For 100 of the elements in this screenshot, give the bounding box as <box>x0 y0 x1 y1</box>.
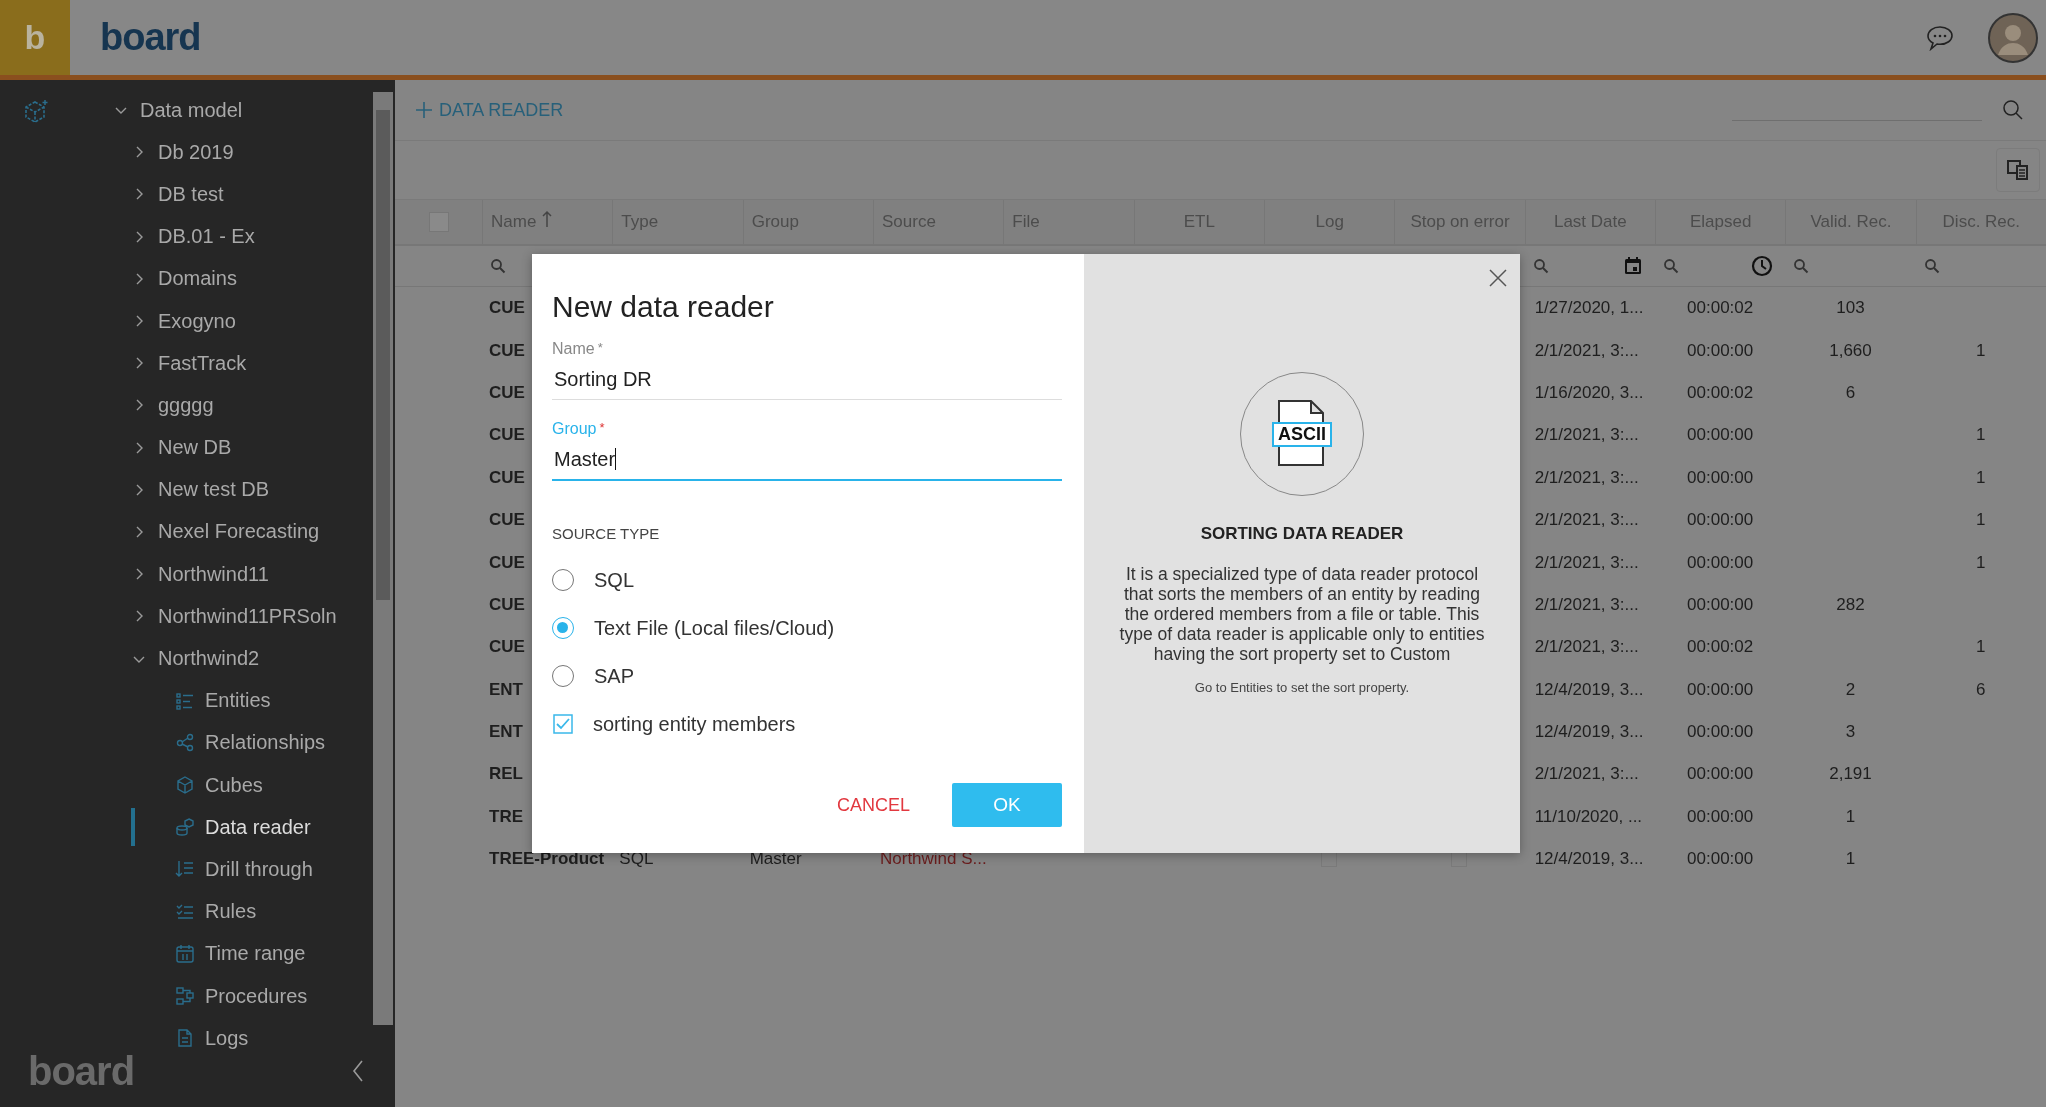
table-cell: 1 <box>1976 552 1986 573</box>
tree-item[interactable]: Domains <box>70 257 373 300</box>
search-icon[interactable] <box>1663 258 1679 274</box>
layout-toggle-button[interactable] <box>1996 148 2040 192</box>
table-cell: 6 <box>1976 679 1986 700</box>
table-cell: 2/1/2021, 3:... <box>1534 467 1639 488</box>
flowchart-icon <box>175 986 195 1007</box>
table-cell: 00:00:00 <box>1687 849 1754 870</box>
nav-item[interactable]: Data reader <box>70 806 373 849</box>
table-cell: 00:00:00 <box>1687 722 1754 743</box>
checkbox-label[interactable]: sorting entity members <box>593 712 796 736</box>
file-type-label: ASCII <box>1272 421 1332 447</box>
table-cell: 12/4/2019, 3... <box>1534 722 1644 743</box>
table-cell: 12/4/2019, 3... <box>1534 679 1644 700</box>
nav-item[interactable]: Cubes <box>70 764 373 807</box>
table-cell: 00:00:00 <box>1687 425 1754 446</box>
nav-item[interactable]: Drill through <box>70 848 373 891</box>
table-cell: 2 <box>1845 679 1856 700</box>
nav-item[interactable]: Rules <box>70 890 373 933</box>
table-cell: 2/1/2021, 3:... <box>1534 637 1639 658</box>
tree-item[interactable]: New DB <box>70 426 373 469</box>
table-cell: 1 <box>1976 467 1986 488</box>
search-icon[interactable] <box>1793 258 1810 274</box>
tree-item[interactable]: Exogyno <box>70 299 373 343</box>
database-icon <box>175 817 195 838</box>
close-icon[interactable] <box>1488 268 1508 288</box>
tree-item[interactable]: Northwind11PRSoln <box>70 595 373 638</box>
radio-label[interactable]: SQL <box>594 568 635 592</box>
search-icon[interactable] <box>1923 258 1940 274</box>
search-icon[interactable] <box>2002 99 2024 121</box>
table-cell: Master <box>749 849 802 870</box>
table-cell: ENT <box>489 679 523 700</box>
text-field[interactable]: Sorting DR <box>552 364 1062 400</box>
table-cell: CUE <box>489 382 525 403</box>
scrollbar[interactable] <box>373 92 393 1025</box>
tree-item[interactable]: DB test <box>70 173 373 216</box>
tree-item[interactable]: Northwind11 <box>70 553 373 596</box>
search-icon[interactable] <box>490 258 506 274</box>
chat-icon[interactable] <box>1926 24 1954 51</box>
table-cell: 1 <box>1976 510 1986 531</box>
radio-label[interactable]: Text File (Local files/Cloud) <box>594 616 835 640</box>
table-cell: 1 <box>1976 340 1986 361</box>
table-cell: 1,660 <box>1829 340 1872 361</box>
windows-icon <box>2006 159 2030 181</box>
table-cell: CUE <box>489 467 525 488</box>
field-label: Group <box>552 420 597 438</box>
nav-item[interactable]: Relationships <box>70 721 373 764</box>
table-cell: CUE <box>489 340 525 361</box>
search-icon[interactable] <box>1532 258 1549 274</box>
table-cell: 282 <box>1836 594 1865 615</box>
table-cell: 00:00:00 <box>1687 764 1754 785</box>
table-cell: 00:00:00 <box>1687 806 1754 827</box>
tree-item[interactable]: DB.01 - Ex <box>70 215 373 258</box>
table-cell: 12/4/2019, 3... <box>1534 849 1644 870</box>
table-cell: 2/1/2021, 3:... <box>1534 425 1639 446</box>
table-cell: REL <box>489 764 523 785</box>
table-cell: 2/1/2021, 3:... <box>1534 552 1639 573</box>
table-cell: 2/1/2021, 3:... <box>1534 510 1639 531</box>
avatar-icon[interactable] <box>1988 12 2038 63</box>
table-cell: 00:00:00 <box>1687 552 1754 573</box>
table-cell: CUE <box>489 594 525 615</box>
table-cell: 00:00:00 <box>1687 679 1754 700</box>
tree-item[interactable]: Nexel Forecasting <box>70 510 373 554</box>
arrow-up-icon[interactable] <box>542 210 553 228</box>
dialog-title: New data reader <box>552 290 775 324</box>
table-cell: 00:00:02 <box>1687 382 1754 403</box>
table-cell: 2/1/2021, 3:... <box>1534 594 1639 615</box>
table-cell: 2,191 <box>1829 764 1872 785</box>
text-field[interactable]: Master <box>552 444 1062 481</box>
table-cell: 1/27/2020, 1... <box>1534 298 1644 319</box>
table-cell: 00:00:00 <box>1687 340 1754 361</box>
cancel-button[interactable]: CANCEL <box>830 793 916 817</box>
table-cell: 2/1/2021, 3:... <box>1534 340 1639 361</box>
table-cell: 00:00:02 <box>1687 298 1754 319</box>
table-cell: TREE-Product <box>489 849 605 870</box>
table-cell: 00:00:00 <box>1687 510 1754 531</box>
calendar-icon[interactable] <box>1623 256 1643 276</box>
tree-item[interactable]: Northwind2 <box>70 637 373 680</box>
tree-item[interactable]: ggggg <box>70 384 373 427</box>
section-label: SOURCE TYPE <box>552 525 661 542</box>
nav-item[interactable]: Entities <box>70 679 373 722</box>
radio-label[interactable]: SAP <box>594 664 635 688</box>
collapse-icon[interactable] <box>351 1059 365 1083</box>
table-cell: ENT <box>489 722 523 743</box>
tree-item[interactable]: FastTrack <box>70 342 373 385</box>
tree-item[interactable]: New test DB <box>70 468 373 511</box>
table-cell: 1 <box>1976 637 1986 658</box>
nav-item[interactable]: Time range <box>70 932 373 975</box>
table-cell: TRE <box>489 806 523 827</box>
tree-item[interactable]: Db 2019 <box>70 131 373 174</box>
tree-item[interactable]: Data model <box>70 89 373 132</box>
table-cell: 1 <box>1976 425 1986 446</box>
brand-wordmark: board <box>28 1048 135 1094</box>
clock-icon[interactable] <box>1751 255 1774 277</box>
checkbox[interactable] <box>553 714 573 734</box>
calendar-icon <box>175 943 195 964</box>
nav-item[interactable]: Procedures <box>70 974 373 1018</box>
table-cell: 103 <box>1836 298 1865 319</box>
table-cell: 2/1/2021, 3:... <box>1534 764 1639 785</box>
table-cell: 6 <box>1845 382 1856 403</box>
